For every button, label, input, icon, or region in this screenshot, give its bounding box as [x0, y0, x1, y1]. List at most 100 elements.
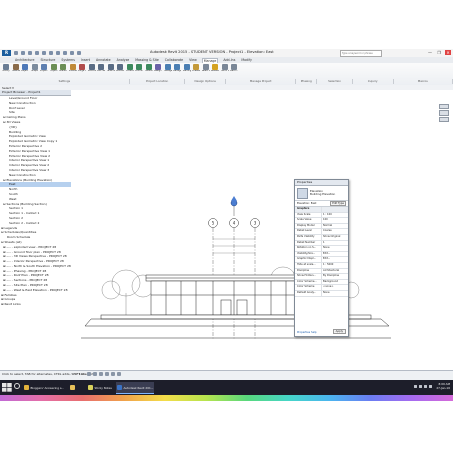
structural-settings-button[interactable]: Structural Settings: [88, 64, 96, 77]
tab-collaborate[interactable]: Collaborate: [164, 58, 184, 62]
transfer-project-standards-button[interactable]: Transfer Project Standards: [69, 64, 77, 77]
property-value[interactable]: 1 : 100: [322, 213, 348, 218]
tab-manage[interactable]: Manage: [201, 57, 219, 63]
crop-view-icon[interactable]: [110, 371, 115, 376]
property-value[interactable]: Architectural: [322, 269, 348, 274]
property-value[interactable]: 1 : 5000: [322, 263, 348, 268]
location-button[interactable]: Location: [126, 64, 134, 77]
snaps-button[interactable]: Snaps: [31, 64, 39, 77]
materials-button[interactable]: Materials: [12, 64, 20, 77]
mep-settings-button[interactable]: MEP Settings: [97, 64, 105, 77]
view-cube-icon[interactable]: [439, 104, 449, 110]
properties-help-link[interactable]: Properties help: [297, 331, 317, 334]
tree-item[interactable]: ⊞ ---- - West & East Elevation - PROJECT…: [0, 288, 71, 293]
switch-windows-icon[interactable]: [77, 51, 81, 55]
network-icon[interactable]: [414, 384, 418, 388]
close-button[interactable]: ✕: [445, 50, 451, 55]
3d-view-icon[interactable]: [63, 51, 67, 55]
property-value[interactable]: Normal: [322, 224, 348, 229]
edit-type-button[interactable]: Edit Type: [330, 201, 346, 206]
detail-level-icon[interactable]: [86, 371, 91, 376]
shared-parameters-button[interactable]: Shared Parameters: [59, 64, 67, 77]
property-value[interactable]: <none>: [322, 285, 348, 290]
property-value[interactable]: None: [322, 246, 348, 251]
property-value[interactable]: Edit...: [322, 252, 348, 257]
clock[interactable]: 8:09 AM 27-Jan-16: [436, 382, 450, 390]
additional-settings-button[interactable]: Additional Settings: [116, 64, 124, 77]
design-options-button[interactable]: Design Options: [154, 64, 162, 77]
phases-button[interactable]: Phases: [192, 64, 200, 77]
tab-systems[interactable]: Systems: [60, 58, 76, 62]
drawing-canvas[interactable]: 5 4 3: [71, 90, 453, 370]
property-value[interactable]: 100: [322, 218, 348, 223]
review-warnings-button[interactable]: Review Warnings: [211, 64, 219, 77]
tab-structure[interactable]: Structure: [40, 58, 57, 62]
property-value[interactable]: By Discipline: [322, 274, 348, 279]
temporary-hide-icon[interactable]: [116, 371, 121, 376]
wheel-icon[interactable]: [439, 110, 449, 116]
apply-button[interactable]: Apply: [332, 329, 346, 334]
tab-insert[interactable]: Insert: [80, 58, 91, 62]
tab-modify[interactable]: Modify: [240, 58, 253, 62]
tab-massing-site[interactable]: Massing & Site: [134, 58, 160, 62]
view-scale[interactable]: 1 : 100: [74, 372, 85, 376]
save-icon[interactable]: [21, 51, 25, 55]
application-menu-button[interactable]: R: [2, 50, 11, 56]
type-selector[interactable]: Elevation Building Elevation: [295, 186, 348, 201]
taskbar-item[interactable]: [70, 382, 77, 393]
property-value[interactable]: 1: [322, 241, 348, 246]
instance-filter[interactable]: Elevation: East: [297, 202, 316, 205]
property-value[interactable]: Coarse: [322, 229, 348, 234]
macro-security-button[interactable]: Macro Security: [230, 64, 238, 77]
property-row[interactable]: Default Analy... None: [295, 290, 348, 297]
tab-architecture[interactable]: Architecture: [14, 58, 36, 62]
coordinates-button[interactable]: Coordinates: [135, 64, 143, 77]
section-icon[interactable]: [70, 51, 74, 55]
property-value[interactable]: Show Original: [322, 235, 348, 240]
redo-icon[interactable]: [35, 51, 39, 55]
zoom-icon[interactable]: [439, 116, 449, 122]
tab-annotate[interactable]: Annotate: [95, 58, 112, 62]
visual-style-icon[interactable]: [92, 371, 97, 376]
minimize-button[interactable]: —: [427, 50, 433, 55]
measure-icon[interactable]: [49, 51, 53, 55]
manage-images-button[interactable]: Manage Images: [173, 64, 181, 77]
undo-icon[interactable]: [28, 51, 32, 55]
battery-icon[interactable]: [424, 384, 428, 388]
starting-view-button[interactable]: Starting View: [183, 64, 191, 77]
shadows-icon[interactable]: [104, 371, 109, 376]
macro-manager-button[interactable]: Macro Manager: [221, 64, 229, 77]
open-icon[interactable]: [14, 51, 18, 55]
windows-start-icon[interactable]: [2, 383, 12, 392]
tab-analyze[interactable]: Analyze: [116, 58, 131, 62]
manage-links-button[interactable]: Manage Links: [164, 64, 172, 77]
project-parameters-button[interactable]: Project Parameters: [50, 64, 58, 77]
tab-add-ins[interactable]: Add-Ins: [222, 58, 236, 62]
print-icon[interactable]: [42, 51, 46, 55]
object-styles-button[interactable]: Object Styles: [21, 64, 29, 77]
select-dropdown[interactable]: Select ▾: [2, 86, 14, 90]
taskbar-item[interactable]: Autodesk Revit 201...: [116, 382, 155, 394]
project-information-button[interactable]: Project Information: [40, 64, 48, 77]
panel-schedule-templates-button[interactable]: Panel Schedule Templates: [107, 64, 115, 77]
sun-path-icon[interactable]: [98, 371, 103, 376]
taskbar-item[interactable]: Sticky Notes: [88, 382, 112, 393]
tree-item[interactable]: ⊞ ---- - North & South Elevation - PROJE…: [0, 264, 71, 269]
text-icon[interactable]: [56, 51, 60, 55]
property-value[interactable]: None: [322, 291, 348, 296]
tree-item[interactable]: ⊞ Revit Links: [0, 302, 71, 307]
taskbar-search-icon[interactable]: [14, 383, 20, 389]
elevation-marker[interactable]: [230, 196, 238, 216]
restore-button[interactable]: ❐: [436, 50, 442, 55]
volume-icon[interactable]: [419, 384, 423, 388]
position-button[interactable]: Position: [145, 64, 153, 77]
property-value[interactable]: Edit...: [322, 257, 348, 262]
modify-button[interactable]: Modify: [2, 64, 10, 77]
tab-view[interactable]: View: [188, 58, 198, 62]
taskbar-item[interactable]: Bloggers' Answering s...: [24, 382, 64, 393]
notifications-icon[interactable]: [429, 384, 433, 388]
property-value[interactable]: Background: [322, 280, 348, 285]
purge-unused-button[interactable]: Purge Unused: [78, 64, 86, 77]
search-input[interactable]: Type a keyword or phrase: [340, 50, 382, 57]
select-by-id-button[interactable]: Select by ID: [202, 64, 210, 77]
